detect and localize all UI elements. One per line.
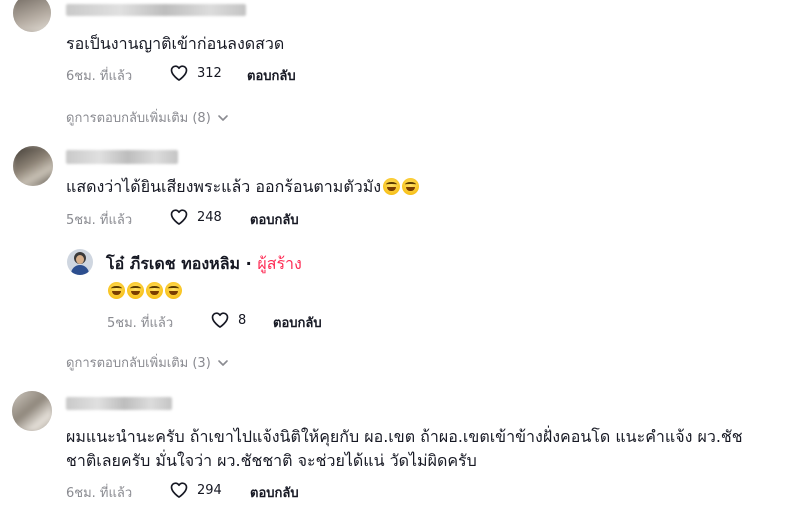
like-count: 248 — [197, 209, 222, 225]
comment-text: แสดงว่าได้ยินเสียงพระแล้ว ออกร้อนตามตัวม… — [66, 174, 420, 200]
like-count: 312 — [197, 65, 222, 81]
grin-emoji-icon — [383, 178, 401, 195]
view-more-replies-label: ดูการตอบกลับเพิ่มเติม (8) — [66, 111, 211, 126]
comment-time: 6ชม. ที่แล้ว — [66, 486, 133, 501]
like-count: 294 — [197, 482, 222, 498]
author-name[interactable] — [66, 397, 172, 410]
view-more-replies-label: ดูการตอบกลับเพิ่มเติม (3) — [66, 356, 211, 371]
comment-time: 5ชม. ที่แล้ว — [66, 213, 133, 228]
creator-name[interactable]: โอ๋ ภีรเดช ทองหลิม — [106, 254, 240, 273]
reply-button[interactable]: ตอบกลับ — [250, 209, 299, 230]
grin-emoji-icon — [402, 178, 420, 195]
reply-button[interactable]: ตอบกลับ — [250, 482, 299, 503]
comment-text: รอเป็นงานญาติเข้าก่อนลงดสวด — [66, 34, 285, 53]
reply-button[interactable]: ตอบกลับ — [273, 312, 322, 333]
heart-outline-icon — [211, 312, 229, 328]
like-button[interactable]: 312 — [169, 63, 222, 83]
name-separator: · — [245, 254, 252, 273]
grin-emoji-icon — [127, 282, 144, 299]
avatar[interactable] — [13, 0, 51, 32]
view-more-replies[interactable]: ดูการตอบกลับเพิ่มเติม (3) — [66, 352, 229, 373]
creator-badge: ผู้สร้าง — [257, 254, 302, 273]
reply-emoji-text — [106, 280, 182, 302]
author-name[interactable] — [66, 150, 178, 164]
heart-outline-icon — [170, 65, 188, 81]
comment-text-body: แสดงว่าได้ยินเสียงพระแล้ว ออกร้อนตามตัวม… — [66, 177, 382, 196]
author-name[interactable] — [66, 4, 246, 16]
creator-name-line: โอ๋ ภีรเดช ทองหลิม · ผู้สร้าง — [106, 252, 302, 277]
reply-time: 5ชม. ที่แล้ว — [107, 316, 174, 331]
view-more-replies[interactable]: ดูการตอบกลับเพิ่มเติม (8) — [66, 107, 229, 128]
heart-outline-icon — [170, 209, 188, 225]
avatar[interactable] — [13, 146, 53, 186]
chevron-down-icon — [217, 114, 228, 121]
grin-emoji-icon — [146, 282, 163, 299]
grin-emoji-icon — [108, 282, 125, 299]
avatar[interactable] — [12, 391, 52, 431]
creator-avatar[interactable] — [67, 249, 93, 275]
like-count: 8 — [238, 312, 247, 328]
comment-text-line-2: ชาติเลยครับ มั่นใจว่า ผว.ชัชชาติ จะช่วยไ… — [66, 451, 477, 470]
heart-outline-icon — [170, 482, 188, 498]
chevron-down-icon — [217, 359, 228, 366]
like-button[interactable]: 248 — [169, 207, 222, 227]
grin-emoji-icon — [165, 282, 182, 299]
comment-time: 6ชม. ที่แล้ว — [66, 69, 133, 84]
reply-button[interactable]: ตอบกลับ — [247, 65, 296, 86]
comment-text-line-1: ผมแนะนำนะครับ ถ้าเขาไปแจ้งนิติให้คุยกับ … — [66, 427, 743, 446]
like-button[interactable]: 8 — [210, 310, 246, 330]
like-button[interactable]: 294 — [169, 480, 222, 500]
